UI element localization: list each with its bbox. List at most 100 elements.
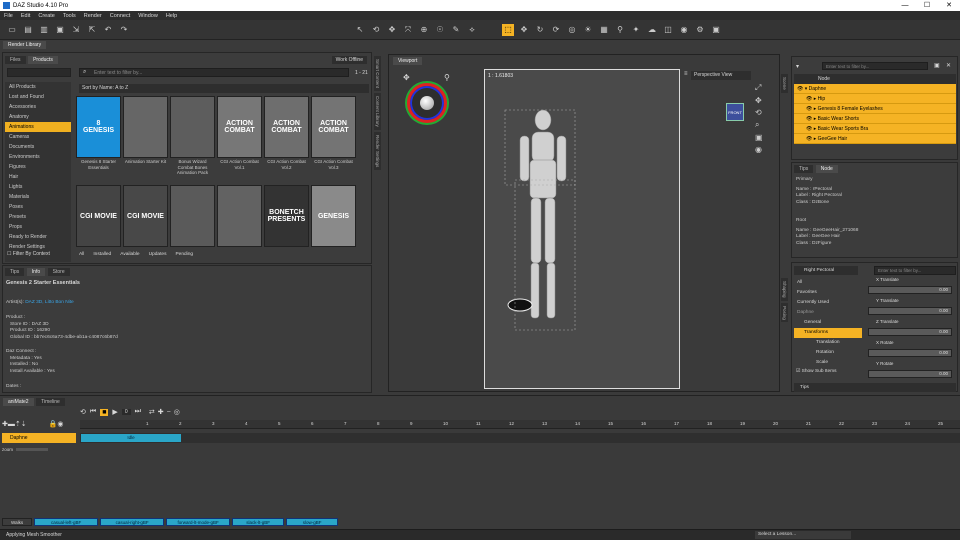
product-thumb[interactable]: ACTION COMBAT CGI Action Combat Vol.1: [217, 96, 262, 181]
scale-icon[interactable]: ⤧: [402, 24, 414, 36]
track-figure[interactable]: Daphne: [2, 433, 76, 443]
render-icon[interactable]: ◉: [678, 24, 690, 36]
tree-item[interactable]: Daphne: [794, 308, 862, 318]
active-pose-icon[interactable]: ☉: [434, 24, 446, 36]
eye-track-icon[interactable]: ◉: [57, 420, 63, 428]
delete-keyframe-icon[interactable]: −: [167, 409, 171, 416]
options-icon[interactable]: ▾: [796, 63, 799, 70]
view-cube[interactable]: FRONT: [726, 103, 744, 121]
tab-viewport[interactable]: Viewport: [393, 57, 423, 65]
clip-button[interactable]: forward-lt-mode-gBF: [166, 518, 231, 526]
x-translate-slider[interactable]: X Translate 0.00: [864, 277, 956, 297]
tab-scene[interactable]: Scene: [781, 74, 788, 93]
close-button[interactable]: ✕: [938, 0, 960, 11]
product-thumb[interactable]: 8 GENESIS Genesis 8 Starter Essentials: [76, 96, 121, 181]
pin-icon[interactable]: ⚲: [444, 73, 450, 82]
open-icon[interactable]: ▤: [22, 24, 34, 36]
eye-icon[interactable]: 👁: [806, 106, 812, 112]
merge-icon[interactable]: ▥: [38, 24, 50, 36]
tree-item[interactable]: Translation: [794, 338, 862, 348]
category-item[interactable]: Anatomy: [5, 112, 71, 122]
filter-all[interactable]: All: [79, 252, 84, 257]
surface-selection-icon[interactable]: ✎: [450, 24, 462, 36]
slider-value[interactable]: 0.00: [939, 329, 948, 334]
product-thumb[interactable]: Animation Starter Kit: [123, 96, 168, 181]
filter-updates[interactable]: Updates: [149, 252, 167, 257]
tips-bar[interactable]: Tips: [794, 383, 956, 392]
tab-node[interactable]: Node: [815, 165, 838, 173]
product-thumb[interactable]: CGI MOVIE: [76, 185, 121, 247]
loop-icon[interactable]: ⟲: [80, 408, 86, 416]
remove-track-icon[interactable]: ▬: [8, 421, 15, 428]
content-type-select[interactable]: [7, 68, 71, 77]
orbit-icon[interactable]: ⤢: [755, 83, 763, 93]
redo-icon[interactable]: ↷: [118, 24, 130, 36]
undo-icon[interactable]: ↶: [102, 24, 114, 36]
category-item[interactable]: Accessories: [5, 102, 71, 112]
animation-clip[interactable]: Idle: [81, 434, 181, 442]
slider-value[interactable]: 0.00: [939, 371, 948, 376]
new-icon[interactable]: ▭: [6, 24, 18, 36]
category-item[interactable]: Ready to Render: [5, 232, 71, 242]
category-item[interactable]: Hair: [5, 172, 71, 182]
tree-item[interactable]: Rotation: [794, 348, 862, 358]
zoom-icon[interactable]: ⌕: [755, 120, 763, 130]
view-rotate-gizmo[interactable]: [407, 83, 447, 123]
target-icon[interactable]: ◎: [174, 408, 180, 416]
filter-by-context-checkbox[interactable]: ☐ Filter By Context: [7, 251, 50, 257]
slider-value[interactable]: 0.00: [939, 308, 948, 313]
slider-value[interactable]: 0.00: [939, 350, 948, 355]
stop-icon[interactable]: ■: [100, 408, 109, 416]
light-icon[interactable]: ✦: [630, 24, 642, 36]
slider-value[interactable]: 0.00: [939, 287, 948, 292]
scene-row[interactable]: 👁 ▸ Genesis 8 Female Eyelashes: [794, 104, 956, 114]
eye-icon[interactable]: 👁: [797, 86, 803, 92]
scene-filter-input[interactable]: Enter text to filter by...: [822, 62, 928, 70]
maximize-button[interactable]: ☐: [916, 0, 938, 11]
lesson-select[interactable]: Select a Lesson...: [755, 531, 851, 539]
tab-animate2[interactable]: aniMate2: [3, 398, 34, 406]
import-icon[interactable]: ⇲: [70, 24, 82, 36]
lock-icon[interactable]: 🔒: [49, 420, 58, 428]
z-translate-slider[interactable]: Z Translate 0.00: [864, 319, 956, 339]
scene-row[interactable]: 👁 ▸ Basic Wear Sports Bra: [794, 124, 956, 134]
product-thumb[interactable]: GENESIS: [311, 185, 356, 247]
menu-file[interactable]: File: [4, 13, 13, 19]
show-sub-items-checkbox[interactable]: ☑ Show Sub Items: [796, 369, 837, 374]
menu-connect[interactable]: Connect: [110, 13, 131, 19]
frame-field[interactable]: 0: [121, 409, 131, 415]
menu-create[interactable]: Create: [38, 13, 55, 19]
pan-view-icon[interactable]: ✥: [755, 96, 763, 105]
target-icon[interactable]: ◎: [566, 24, 578, 36]
cloud-icon[interactable]: ☁: [646, 24, 658, 36]
work-offline-button[interactable]: Work Offline: [331, 56, 367, 64]
y-translate-slider[interactable]: Y Translate 0.00: [864, 298, 956, 318]
save-icon[interactable]: ▣: [54, 24, 66, 36]
close-icon[interactable]: ✕: [946, 62, 951, 69]
export-icon[interactable]: ⇱: [86, 24, 98, 36]
settings-icon[interactable]: ⚙: [694, 24, 706, 36]
tab-shaping[interactable]: Shaping: [781, 278, 788, 301]
bend-icon[interactable]: ⟲: [755, 108, 763, 117]
bake-icon[interactable]: ⇄: [149, 408, 155, 416]
add-keyframe-icon[interactable]: ✚: [158, 408, 164, 416]
filter-installed[interactable]: Installed: [93, 252, 111, 257]
category-item[interactable]: Environments: [5, 152, 71, 162]
product-thumb[interactable]: [170, 185, 215, 247]
node-selection-icon[interactable]: ↖: [354, 24, 366, 36]
reset-view-icon[interactable]: ◉: [755, 145, 763, 154]
minimize-button[interactable]: —: [894, 0, 916, 11]
category-item[interactable]: Lost and Found: [5, 92, 71, 102]
menu-tools[interactable]: Tools: [63, 13, 76, 19]
tab-smart-content[interactable]: Smart Content: [374, 56, 381, 92]
timeline-ruler[interactable]: 1 2 3 4 5 6 7 8 9 10 11 12 13 14 15 16 17 18 19 20 21 22 23 24 2…: [80, 420, 960, 429]
eye-icon[interactable]: 👁: [806, 116, 812, 122]
figure-icon[interactable]: ⚲: [614, 24, 626, 36]
menu-window[interactable]: Window: [138, 13, 158, 19]
tree-item[interactable]: Favorites: [794, 288, 862, 298]
product-thumb[interactable]: ACTION COMBAT CGI Action Combat Vol.2: [264, 96, 309, 181]
menu-help[interactable]: Help: [166, 13, 177, 19]
tab-render-library[interactable]: Render Library: [3, 41, 47, 49]
scene-row[interactable]: 👁 ▸ Hip: [794, 94, 956, 104]
scene-row[interactable]: 👁 ▸ GeeGee Hair: [794, 134, 956, 144]
